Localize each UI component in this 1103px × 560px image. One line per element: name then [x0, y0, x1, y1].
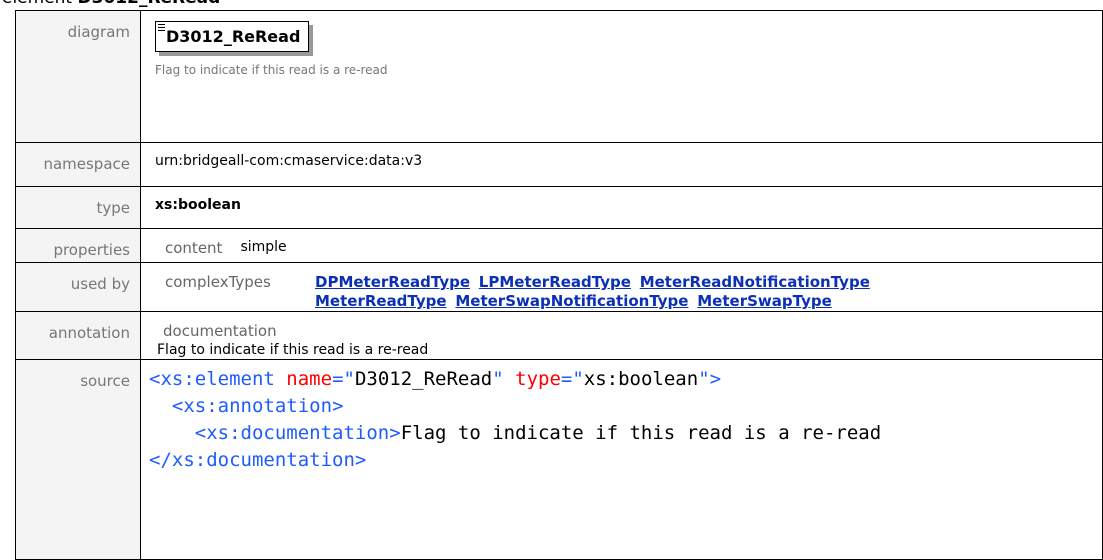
row-used-by: used by complexTypes DPMeterReadType LPM…	[15, 262, 1103, 312]
namespace-value: urn:bridgeall-com:cmaservice:data:v3	[140, 142, 1103, 187]
code-bracket: <	[171, 395, 184, 417]
code-tag-element: xs:element	[160, 368, 275, 390]
source-line-4: </xs:documentation>	[149, 447, 1102, 474]
label-properties: properties	[15, 228, 141, 263]
used-by-key: complexTypes	[165, 273, 271, 291]
label-source: source	[15, 359, 141, 560]
link-lpmeterreadtype[interactable]: LPMeterReadType	[479, 273, 631, 291]
element-doc-table: diagram D3012_ReRead Flag to indicate if…	[15, 10, 1103, 560]
properties-key: content	[165, 239, 223, 257]
code-bracket: >	[389, 422, 401, 444]
diagram-element-box[interactable]: D3012_ReRead	[155, 21, 310, 52]
row-source: source <xs:element name="D3012_ReRead" t…	[15, 359, 1103, 560]
heading-prefix: element	[2, 0, 78, 8]
label-used-by: used by	[15, 262, 141, 312]
diagram-note: Flag to indicate if this read is a re-re…	[155, 63, 388, 77]
code-bracket: >	[354, 449, 367, 471]
row-diagram: diagram D3012_ReRead Flag to indicate if…	[15, 10, 1103, 143]
annotation-key: documentation	[163, 322, 277, 340]
properties-value: simple	[240, 239, 287, 255]
source-line-2: <xs:annotation>	[149, 393, 1102, 420]
element-list-icon	[158, 24, 165, 31]
code-doc-text: Flag to indicate if this read is a re-re…	[400, 422, 882, 444]
code-tag-documentation: xs:documentation	[206, 422, 390, 444]
type-value: xs:boolean	[140, 186, 1103, 229]
row-namespace: namespace urn:bridgeall-com:cmaservice:d…	[15, 142, 1103, 187]
code-attr-value-type: xs:boolean	[583, 368, 699, 390]
code-quote: "	[492, 368, 504, 390]
link-meterswaptype[interactable]: MeterSwapType	[697, 292, 832, 310]
link-meterswapnotificationtype[interactable]: MeterSwapNotificationType	[455, 292, 688, 310]
source-line-1: <xs:element name="D3012_ReRead" type="xs…	[149, 366, 1102, 393]
link-meterreadnotificationtype[interactable]: MeterReadNotificationType	[640, 273, 870, 291]
used-by-cell: complexTypes DPMeterReadType LPMeterRead…	[140, 262, 1103, 312]
annotation-text: Flag to indicate if this read is a re-re…	[157, 342, 429, 358]
label-type: type	[15, 186, 141, 229]
code-eq: ="	[560, 368, 584, 390]
row-type: type xs:boolean	[15, 186, 1103, 229]
label-diagram: diagram	[15, 10, 141, 143]
source-code: <xs:element name="D3012_ReRead" type="xs…	[140, 359, 1103, 560]
code-tag-annotation: xs:annotation	[183, 395, 333, 417]
link-meterreadtype[interactable]: MeterReadType	[315, 292, 447, 310]
link-dpmeterreadtype[interactable]: DPMeterReadType	[315, 273, 470, 291]
heading-element-name: D3012_ReRead	[78, 0, 221, 8]
page-heading: element D3012_ReRead	[2, 0, 220, 8]
label-annotation: annotation	[15, 311, 141, 360]
diagram-element-label: D3012_ReRead	[166, 27, 301, 46]
code-tag-documentation-close: xs:documentation	[171, 449, 355, 471]
code-attr-value-name: D3012_ReRead	[354, 368, 493, 390]
code-attr-name: name	[286, 368, 333, 390]
code-bracket: >	[332, 395, 344, 417]
label-namespace: namespace	[15, 142, 141, 187]
row-annotation: annotation documentation Flag to indicat…	[15, 311, 1103, 360]
code-eq: ="	[332, 368, 355, 390]
code-bracket: <	[194, 422, 207, 444]
source-line-3: <xs:documentation>Flag to indicate if th…	[149, 420, 1102, 447]
code-bracket: >	[709, 368, 722, 390]
code-attr-type: type	[515, 368, 561, 390]
annotation-cell: documentation Flag to indicate if this r…	[140, 311, 1103, 360]
row-properties: properties content simple	[15, 228, 1103, 263]
code-bracket: </	[149, 449, 172, 471]
used-by-links: DPMeterReadType LPMeterReadType MeterRea…	[315, 273, 874, 311]
code-quote: "	[698, 368, 710, 390]
diagram-cell: D3012_ReRead Flag to indicate if this re…	[140, 10, 1103, 143]
code-bracket: <	[149, 368, 161, 390]
properties-cell: content simple	[140, 228, 1103, 263]
